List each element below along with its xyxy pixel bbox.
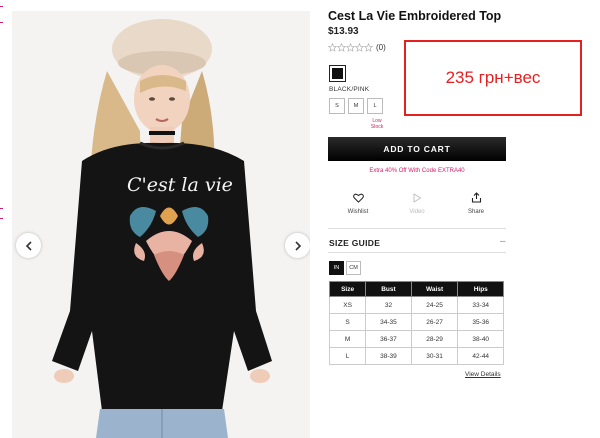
review-count: (0)	[376, 43, 386, 52]
selected-color-name: BLACK/PINK	[329, 86, 370, 93]
table-cell: 24-25	[410, 296, 459, 314]
section-divider	[328, 252, 506, 253]
chevron-right-icon	[294, 240, 301, 251]
table-cell: 32	[365, 296, 412, 314]
rating-stars	[328, 43, 373, 52]
column-header: Hips	[457, 281, 504, 297]
share-label: Share	[467, 209, 484, 215]
wishlist-label: Wishlist	[347, 209, 369, 215]
low-stock-label: Low Stock	[370, 118, 384, 130]
wishlist-button[interactable]: Wishlist	[338, 190, 378, 215]
annotation-text: 235 грн+вес	[445, 68, 541, 87]
prev-image-button[interactable]	[16, 233, 41, 258]
add-to-cart-button[interactable]: ADD TO CART	[328, 137, 506, 161]
chevron-left-icon	[25, 240, 32, 251]
size-option-m[interactable]: M	[348, 98, 364, 114]
size-guide-table: Size Bust Waist Hips XS 32 24-25 33-34 S…	[328, 281, 504, 365]
play-icon	[413, 193, 422, 203]
star-empty-icon	[364, 43, 373, 52]
swatch-fill	[332, 68, 343, 79]
table-cell: 38-39	[365, 347, 412, 365]
table-cell: 38-40	[457, 330, 504, 348]
unit-cm-button[interactable]: CM	[346, 261, 361, 275]
unit-in-button[interactable]: IN	[329, 261, 344, 275]
svg-text:C'est la vie: C'est la vie	[127, 174, 233, 196]
table-cell: M	[328, 330, 367, 348]
heart-icon	[352, 193, 364, 203]
table-cell: 36-37	[365, 330, 412, 348]
table-cell: 26-27	[410, 313, 459, 331]
product-title: Cest La Vie Embroidered Top	[328, 9, 502, 23]
table-cell: 28-29	[410, 330, 459, 348]
table-cell: XS	[328, 296, 367, 314]
share-icon	[471, 192, 481, 203]
price-annotation-box: 235 грн+вес	[404, 40, 582, 116]
size-guide-collapse-toggle[interactable]: –	[500, 236, 506, 247]
product-rating[interactable]: (0)	[328, 43, 386, 52]
product-price: $13.93	[328, 26, 359, 37]
product-photo: C'est la vie	[12, 11, 310, 438]
unit-toggle: IN CM	[329, 261, 361, 275]
table-cell: 35-36	[457, 313, 504, 331]
table-row: XS 32 24-25 33-34	[328, 296, 504, 314]
table-cell: 33-34	[457, 296, 504, 314]
table-cell: 30-31	[410, 347, 459, 365]
table-cell: S	[328, 313, 367, 331]
size-option-l[interactable]: L	[367, 98, 383, 114]
size-guide-title[interactable]: SIZE GUIDE	[329, 238, 380, 248]
table-row: L 38-39 30-31 42-44	[328, 347, 504, 365]
table-cell: 34-35	[365, 313, 412, 331]
promo-text: Extra 40% Off With Code EXTRA40	[369, 168, 465, 174]
left-edge-marks	[0, 0, 6, 438]
product-image-gallery: C'est la vie	[12, 11, 310, 438]
next-image-button[interactable]	[285, 233, 310, 258]
video-label: Video	[409, 209, 425, 215]
video-button[interactable]: Video	[397, 190, 437, 215]
column-header: Size	[328, 281, 367, 297]
table-cell: 42-44	[457, 347, 504, 365]
column-header: Bust	[365, 281, 412, 297]
table-row: M 36-37 28-29 38-40	[328, 330, 504, 348]
column-header: Waist	[410, 281, 459, 297]
star-empty-icon	[355, 43, 364, 52]
table-cell: L	[328, 347, 367, 365]
view-details-link[interactable]: View Details	[465, 371, 501, 378]
star-empty-icon	[346, 43, 355, 52]
star-empty-icon	[328, 43, 337, 52]
star-empty-icon	[337, 43, 346, 52]
table-row: S 34-35 26-27 35-36	[328, 313, 504, 331]
size-selector: S M L	[329, 98, 383, 114]
table-header-row: Size Bust Waist Hips	[328, 281, 504, 297]
section-divider	[328, 228, 506, 229]
share-button[interactable]: Share	[456, 190, 496, 215]
size-option-s[interactable]: S	[329, 98, 345, 114]
color-swatch-black-pink[interactable]	[329, 65, 346, 82]
